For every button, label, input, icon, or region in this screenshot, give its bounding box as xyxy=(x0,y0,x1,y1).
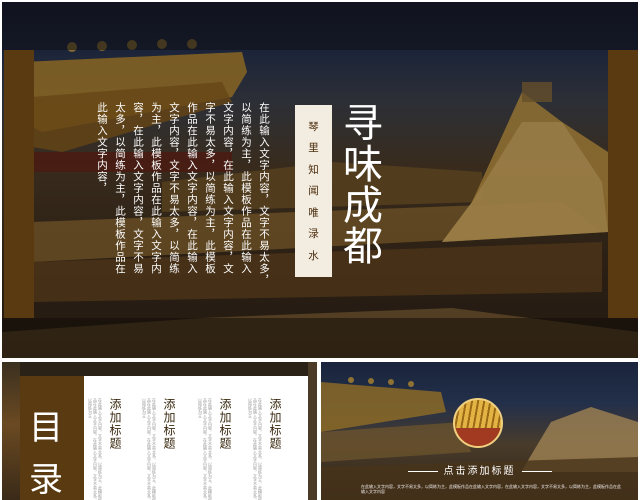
toc-item-heading: 添加标题 xyxy=(162,398,176,450)
toc-item: 添加标题 在此输入文字内容，文字不易太多，以简练为主，此模板作品在此输入文字内容… xyxy=(142,398,176,500)
round-photo-frame xyxy=(453,398,503,448)
toc-item: 添加标题 在此输入文字内容，文字不易太多，以简练为主，此模板作品在此输入文字内容… xyxy=(88,398,122,500)
toc-side-strip xyxy=(308,362,317,500)
left-accent-bar xyxy=(4,50,34,318)
toc-item-description: 在此输入文字内容，文字不易太多，以简练为主，此模板作品在此输入文字内容，在此输入… xyxy=(88,398,103,500)
top-shade xyxy=(2,2,638,50)
subtitle-char: 里 xyxy=(308,142,319,154)
toc-photo-strip xyxy=(2,362,20,500)
toc-item: 添加标题 在此输入文字内容，文字不易太多，以简练为主，此模板作品在此输入文字内容… xyxy=(248,398,282,500)
subtitle-char: 琴 xyxy=(308,120,319,133)
body-text-column: 文字内容，文字不易太多，以简练 xyxy=(168,102,180,275)
toc-item-description: 在此输入文字内容，文字不易太多，以简练为主，此模板作品在此输入文字内容，在此输入… xyxy=(198,398,213,500)
body-text-block: 在此输入文字内容，文字不易太多， 以简练为主，此模板作品在此输入 文字内容，在此… xyxy=(88,102,270,286)
subtitle-char: 水 xyxy=(308,249,319,262)
toc-item-heading: 添加标题 xyxy=(268,398,282,450)
toc-slide-preview[interactable]: 目录 添加标题 在此输入文字内容，文字不易太多，以简练为主，此模板作品在此输入文… xyxy=(2,362,317,500)
subtitle-box: 琴 里 知 闻 唯 渌 水 xyxy=(295,105,332,277)
main-slide-preview[interactable]: 在此输入文字内容，文字不易太多， 以简练为主，此模板作品在此输入 文字内容，在此… xyxy=(2,2,638,358)
toc-item-description: 在此输入文字内容，文字不易太多，以简练为主，此模板作品在此输入文字内容，在此输入… xyxy=(142,398,157,500)
subtitle-char: 渌 xyxy=(308,228,319,240)
body-text-column: 作品在此输入文字内容，在此输入 xyxy=(186,102,198,275)
template-gallery: 在此输入文字内容，文字不易太多， 以简练为主，此模板作品在此输入 文字内容，在此… xyxy=(0,0,640,500)
divider-line xyxy=(521,470,552,472)
body-text-column: 文字内容，在此输入文字内容，文 xyxy=(222,102,234,275)
slide-title: 寻味成都 xyxy=(336,102,382,266)
toc-item-heading: 添加标题 xyxy=(218,398,232,450)
divider-line xyxy=(407,470,438,472)
toc-item: 添加标题 在此输入文字内容，文字不易太多，以简练为主，此模板作品在此输入文字内容… xyxy=(198,398,232,500)
cta-heading-text: 点击添加标题 xyxy=(443,466,516,477)
cta-heading[interactable]: 点击添加标题 xyxy=(321,462,638,477)
body-text-column: 为主，此模板作品在此输入文字内 xyxy=(150,102,162,275)
toc-label: 目录 xyxy=(29,408,63,500)
body-text-column: 字不易太多，以简练为主，此模板 xyxy=(204,102,216,275)
picture-slide-preview[interactable]: 点击添加标题 在此输入文字内容，文字不易太多，以简练为主，此模板作品在此输入文字… xyxy=(321,362,638,500)
subtitle-char: 知 xyxy=(308,163,319,176)
fine-print-text: 在此输入文字内容，文字不易太多，以简练为主，此模板作品在此输入文字内容，在此输入… xyxy=(361,484,621,494)
subtitle-char: 唯 xyxy=(308,206,319,219)
toc-item-heading: 添加标题 xyxy=(108,398,122,450)
body-text-column: 此输入文字内容， xyxy=(96,102,108,194)
body-text-column: 在此输入文字内容，文字不易太多， xyxy=(258,102,270,286)
bottom-shade xyxy=(2,318,638,358)
right-accent-bar xyxy=(608,50,638,318)
body-text-column: 太多，以简练为主，此模板作品在 xyxy=(114,102,126,275)
subtitle-char: 闻 xyxy=(308,185,319,197)
body-text-column: 以简练为主，此模板作品在此输入 xyxy=(240,102,252,275)
toc-item-description: 在此输入文字内容，文字不易太多，以简练为主，此模板作品在此输入文字内容，在此输入… xyxy=(248,398,263,500)
toc-panel: 添加标题 在此输入文字内容，文字不易太多，以简练为主，此模板作品在此输入文字内容… xyxy=(84,376,308,500)
body-text-column: 容，在此输入文字内容，文字不易 xyxy=(132,102,144,275)
